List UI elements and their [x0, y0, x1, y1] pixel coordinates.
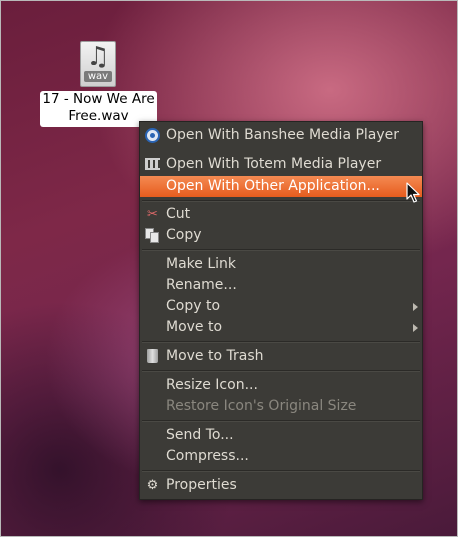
menu-item-label: Move to Trash — [166, 348, 264, 364]
menu-item-label: Cut — [166, 206, 191, 222]
menu-item-label: Resize Icon... — [166, 377, 258, 393]
menu-item-properties[interactable]: ⚙ Properties — [140, 475, 422, 496]
menu-item-move-to[interactable]: Move to — [140, 317, 422, 338]
menu-item-compress[interactable]: Compress... — [140, 446, 422, 467]
menu-item-label: Send To... — [166, 427, 234, 443]
submenu-arrow-icon — [413, 324, 418, 332]
menu-item-resize-icon[interactable]: Resize Icon... — [140, 375, 422, 396]
file-name-line1: 17 - Now We Are — [42, 91, 155, 107]
audio-wav-file-icon[interactable]: ♫ wav — [80, 41, 116, 87]
menu-item-label: Compress... — [166, 448, 249, 464]
menu-item-open-with-banshee[interactable]: Open With Banshee Media Player — [140, 125, 422, 146]
menu-item-label: Make Link — [166, 256, 236, 272]
menu-item-label: Restore Icon's Original Size — [166, 398, 357, 414]
menu-separator — [142, 470, 420, 472]
menu-item-open-with-other-application[interactable]: Open With Other Application... — [140, 176, 422, 197]
menu-item-label: Open With Other Application... — [166, 178, 380, 194]
music-note-icon: ♫ — [86, 42, 110, 72]
menu-separator — [142, 341, 420, 343]
gear-icon: ⚙ — [146, 478, 159, 493]
menu-item-cut[interactable]: ✂ Cut — [140, 204, 422, 225]
file-extension-badge: wav — [84, 71, 112, 82]
menu-item-copy[interactable]: Copy — [140, 225, 422, 246]
copy-icon — [145, 228, 160, 243]
menu-separator — [142, 370, 420, 372]
mouse-pointer-icon — [406, 182, 420, 203]
menu-separator — [142, 420, 420, 422]
menu-item-send-to[interactable]: Send To... — [140, 425, 422, 446]
menu-item-make-link[interactable]: Make Link — [140, 254, 422, 275]
menu-separator — [142, 200, 420, 202]
scissors-icon: ✂ — [147, 207, 158, 222]
menu-item-label: Open With Banshee Media Player — [166, 127, 400, 143]
menu-separator — [142, 249, 420, 251]
menu-item-open-with-totem[interactable]: Open With Totem Media Player — [140, 154, 422, 175]
menu-item-label: Copy — [166, 227, 202, 243]
menu-item-label: Properties — [166, 477, 237, 493]
menu-item-label: Move to — [166, 319, 223, 335]
menu-item-rename[interactable]: Rename... — [140, 275, 422, 296]
submenu-arrow-icon — [413, 303, 418, 311]
banshee-icon — [145, 128, 160, 143]
menu-item-label: Open With Totem Media Player — [166, 156, 382, 172]
context-menu: Open With Banshee Media Player Open With… — [139, 121, 423, 500]
totem-icon — [145, 158, 160, 170]
menu-item-copy-to[interactable]: Copy to — [140, 296, 422, 317]
menu-item-label: Rename... — [166, 277, 237, 293]
menu-item-move-to-trash[interactable]: Move to Trash — [140, 346, 422, 367]
menu-item-restore-icon-size: Restore Icon's Original Size — [140, 396, 422, 417]
menu-item-label: Copy to — [166, 298, 221, 314]
trash-icon — [147, 349, 158, 363]
